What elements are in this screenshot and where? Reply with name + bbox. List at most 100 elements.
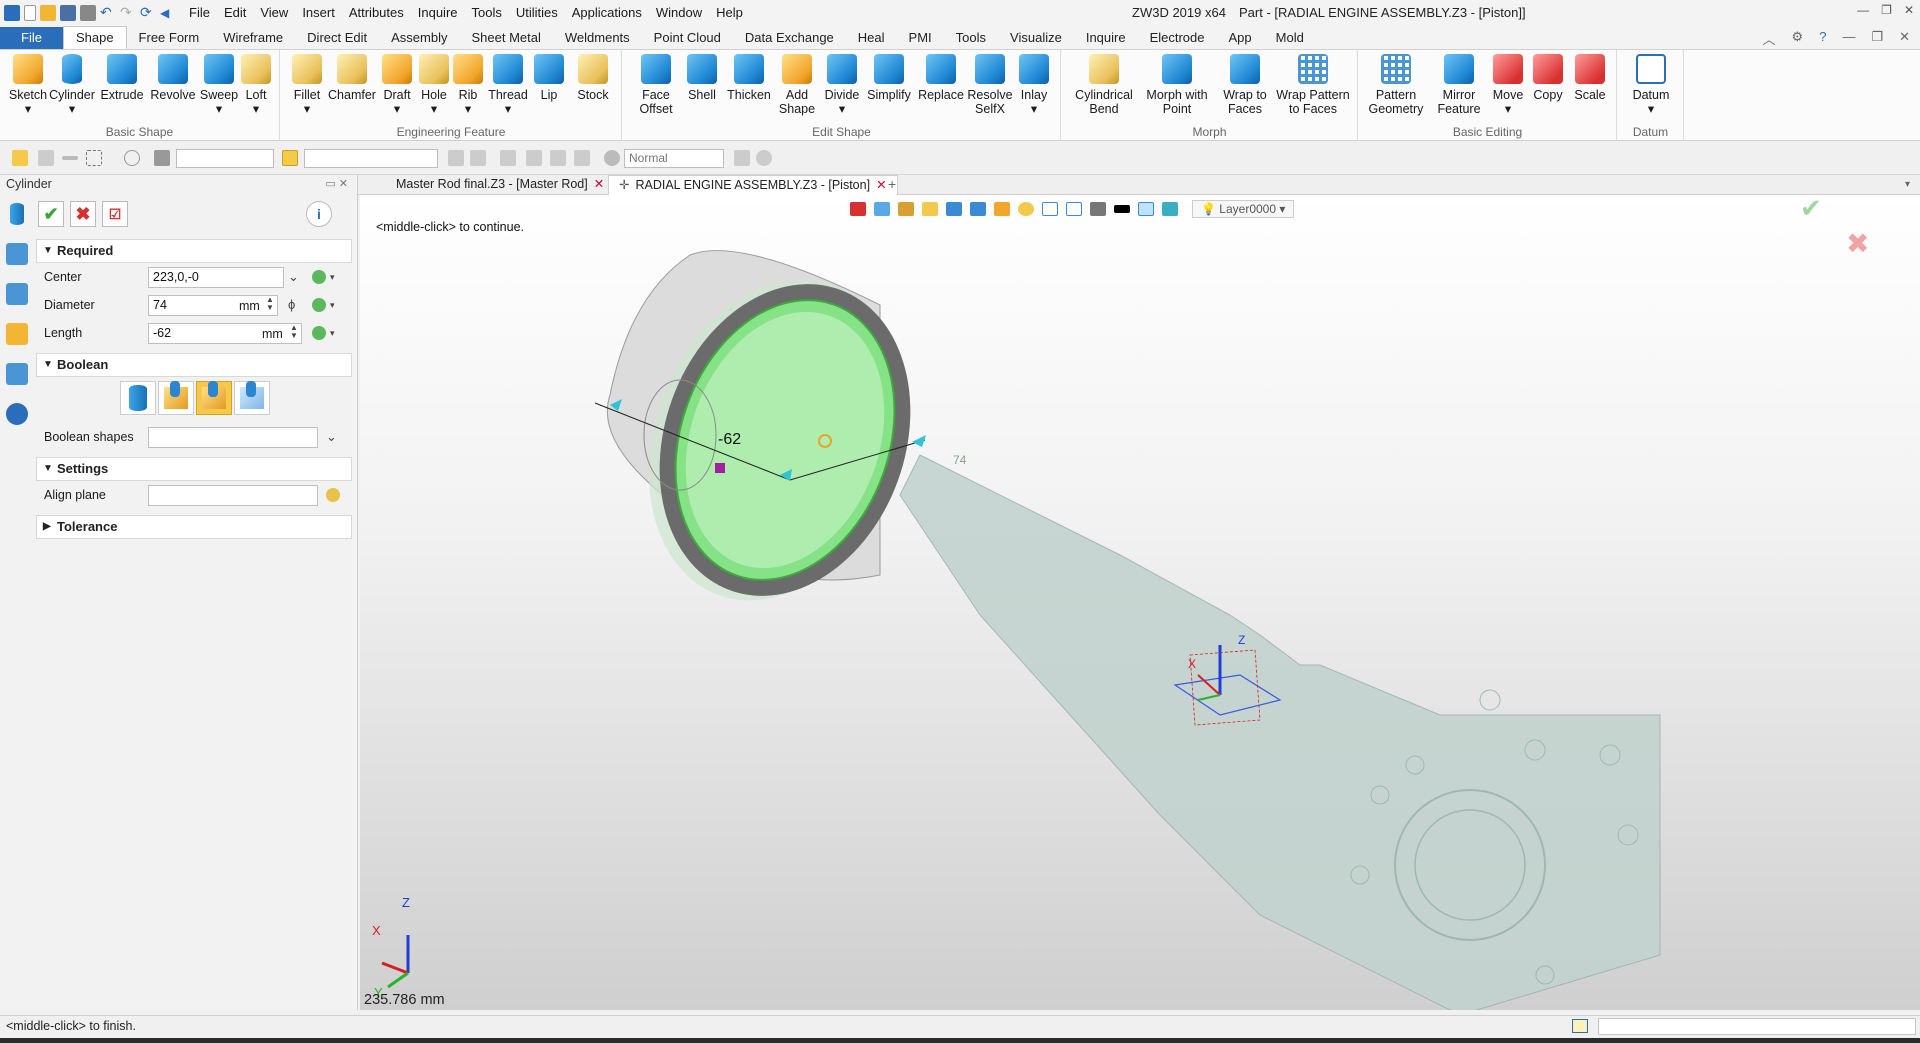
tab-sheet-metal[interactable]: Sheet Metal — [460, 27, 553, 49]
tab-point-cloud[interactable]: Point Cloud — [642, 27, 733, 49]
select-pointer-icon[interactable] — [12, 150, 28, 166]
boolean-expand-icon[interactable]: ⌄ — [326, 429, 337, 445]
extrude-button[interactable]: Extrude — [100, 54, 144, 102]
menu-help[interactable]: Help — [709, 5, 750, 20]
intersect-shape-boolean-button[interactable] — [234, 381, 270, 415]
tab-assembly[interactable]: Assembly — [379, 27, 459, 49]
style-icon[interactable] — [154, 150, 170, 166]
snap-icon-4[interactable] — [526, 150, 542, 166]
thicken-button[interactable]: Thicken — [725, 54, 773, 102]
revolve-button[interactable]: Revolve — [150, 54, 196, 102]
dimension-length-label[interactable]: -62 — [718, 431, 741, 449]
snap-icon-2[interactable] — [470, 150, 486, 166]
add-shape-button[interactable]: Add Shape — [775, 54, 819, 116]
tab-tools[interactable]: Tools — [944, 27, 998, 49]
tab-heal[interactable]: Heal — [846, 27, 897, 49]
simplify-button[interactable]: Simplify — [865, 54, 913, 102]
wrap-pattern-to-faces-button[interactable]: Wrap Pattern to Faces — [1274, 54, 1352, 116]
draft-button[interactable]: Draft ▾ — [379, 54, 415, 116]
snap-icon-5[interactable] — [550, 150, 566, 166]
cylinder-side-icon[interactable] — [10, 203, 24, 225]
tab-weldments[interactable]: Weldments — [553, 27, 642, 49]
print-icon[interactable] — [80, 4, 96, 21]
app-logo-icon[interactable] — [4, 4, 20, 21]
tab-file[interactable]: File — [0, 27, 63, 49]
diameter-symbol-icon[interactable]: ϕ — [288, 297, 295, 312]
snap-icon-3[interactable] — [500, 150, 516, 166]
pick-options-icon[interactable] — [86, 150, 102, 166]
close-icon[interactable]: ✕ — [1904, 3, 1914, 17]
new-file-icon[interactable] — [24, 4, 36, 21]
tab-inquire[interactable]: Inquire — [1074, 27, 1138, 49]
undo-icon[interactable]: ↶ — [100, 5, 116, 21]
lip-button[interactable]: Lip — [533, 54, 565, 102]
new-tab-button[interactable]: + — [878, 175, 906, 195]
render-gear-icon[interactable] — [604, 150, 620, 166]
diameter-spinner-icon[interactable]: ▲ ▼ — [266, 296, 274, 312]
image-icon[interactable] — [6, 363, 28, 385]
center-input[interactable]: 223,0,-0 — [148, 267, 284, 288]
3d-viewport[interactable]: <middle-click> to continue. 💡 Layer0000 … — [360, 195, 1920, 1010]
history-tree-icon[interactable] — [6, 243, 28, 265]
assembly-tree-icon[interactable] — [6, 283, 28, 305]
menu-tools[interactable]: Tools — [465, 5, 509, 20]
cursor-icon[interactable] — [734, 150, 750, 166]
panel-pin-icon[interactable]: ▭ ✕ — [325, 175, 348, 193]
face-offset-button[interactable]: Face Offset — [631, 54, 681, 116]
menu-utilities[interactable]: Utilities — [509, 5, 565, 20]
tab-pmi[interactable]: PMI — [897, 27, 944, 49]
user-icon[interactable] — [6, 403, 28, 425]
back-arrow-icon[interactable]: ◀ — [160, 5, 176, 21]
minimize-doc-icon[interactable]: — — [1842, 29, 1855, 48]
remove-shape-boolean-button[interactable] — [196, 381, 232, 415]
tab-mold[interactable]: Mold — [1264, 27, 1316, 49]
rib-button[interactable]: Rib ▾ — [453, 54, 483, 116]
sketch-button[interactable]: Sketch ▾ — [6, 54, 50, 116]
cancel-button[interactable]: ✖ — [70, 201, 96, 227]
pattern-geometry-button[interactable]: Pattern Geometry — [1365, 54, 1427, 116]
hole-button[interactable]: Hole ▾ — [417, 54, 451, 116]
minimize-icon[interactable]: — — [1857, 3, 1869, 17]
ok-button[interactable]: ✔ — [38, 201, 64, 227]
open-folder-icon[interactable] — [40, 4, 56, 21]
tab-electrode[interactable]: Electrode — [1138, 27, 1217, 49]
tab-free-form[interactable]: Free Form — [127, 27, 212, 49]
cylinder-button[interactable]: Cylinder ▾ — [48, 54, 96, 116]
menu-applications[interactable]: Applications — [565, 5, 649, 20]
divide-button[interactable]: Divide ▾ — [821, 54, 863, 116]
pick-point-icon[interactable] — [312, 270, 326, 284]
expand-double-chevron-icon[interactable]: ⌄ — [288, 269, 299, 285]
tab-shape[interactable]: Shape — [62, 26, 127, 49]
snap-icon-1[interactable] — [448, 150, 464, 166]
cylindrical-bend-button[interactable]: Cylindrical Bend — [1072, 54, 1136, 116]
collapse-ribbon-icon[interactable]: ︿ — [1763, 29, 1776, 48]
options-gear-icon[interactable] — [756, 150, 772, 166]
status-view-icon-1[interactable] — [1572, 1019, 1588, 1033]
refresh-filter-icon[interactable] — [282, 150, 298, 166]
save-icon[interactable] — [60, 4, 76, 21]
menu-insert[interactable]: Insert — [295, 5, 342, 20]
menu-attributes[interactable]: Attributes — [342, 5, 411, 20]
render-mode-select[interactable]: Normal — [624, 149, 724, 168]
menu-view[interactable]: View — [253, 5, 295, 20]
dimension-diameter-label[interactable]: 74 — [953, 453, 966, 467]
doc-tab-master-rod[interactable]: Master Rod final.Z3 - [Master Rod] ✕ — [386, 175, 614, 195]
replace-button[interactable]: Replace — [917, 54, 965, 102]
length-spinner-icon[interactable]: ▲ ▼ — [290, 324, 298, 340]
snap-icon-6[interactable] — [574, 150, 590, 166]
chamfer-button[interactable]: Chamfer — [327, 54, 377, 102]
morph-with-point-button[interactable]: Morph with Point — [1142, 54, 1212, 116]
help-icon[interactable]: ? — [1819, 29, 1826, 48]
filter-combo[interactable] — [176, 149, 274, 168]
menu-inquire[interactable]: Inquire — [411, 5, 465, 20]
hexagon-icon[interactable] — [124, 150, 140, 166]
close-tab-icon[interactable]: ✕ — [594, 177, 604, 191]
tab-data-exchange[interactable]: Data Exchange — [733, 27, 846, 49]
filter-combo-2[interactable] — [304, 149, 438, 168]
section-boolean[interactable]: ▼ Boolean — [36, 353, 352, 377]
tab-visualize[interactable]: Visualize — [998, 27, 1074, 49]
datum-button[interactable]: Datum ▾ — [1628, 54, 1674, 116]
section-tolerance[interactable]: ▶ Tolerance — [36, 515, 352, 539]
status-input-box[interactable] — [1598, 1018, 1916, 1035]
tab-direct-edit[interactable]: Direct Edit — [295, 27, 379, 49]
